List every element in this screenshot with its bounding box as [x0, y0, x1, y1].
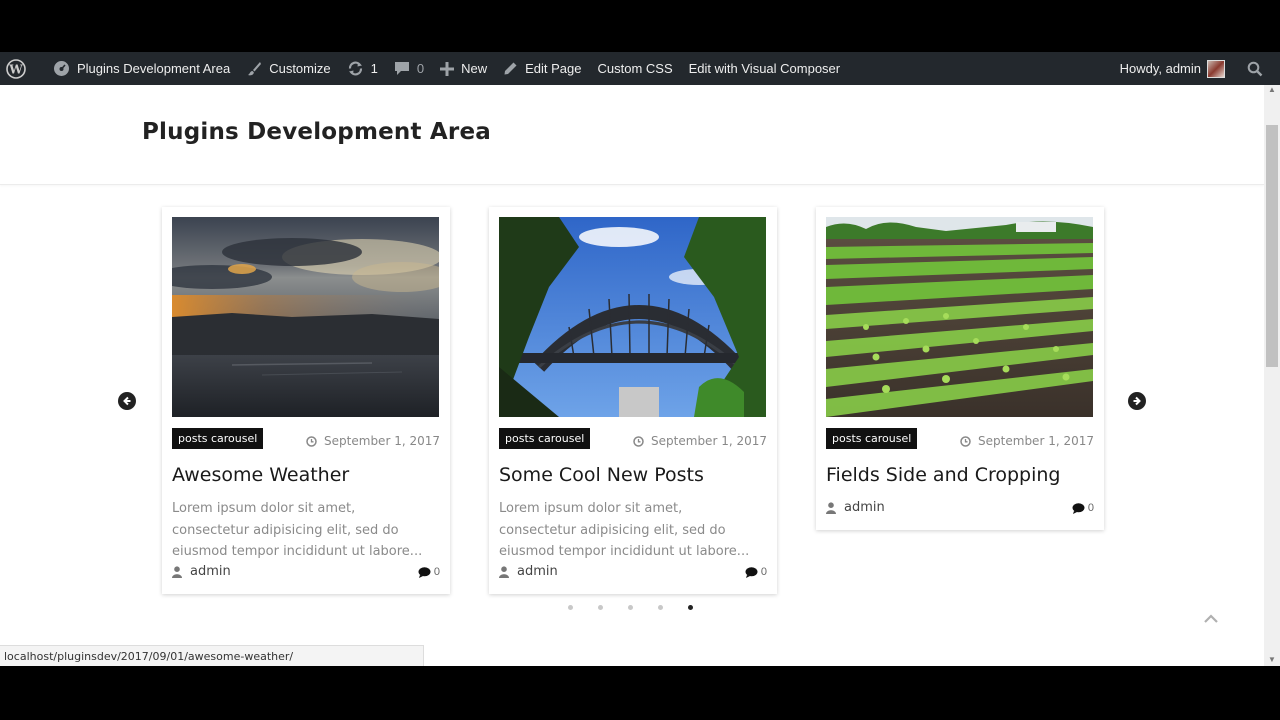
admin-search-button[interactable]: [1239, 52, 1280, 85]
clock-icon: [306, 435, 317, 447]
visual-composer-label: Edit with Visual Composer: [688, 61, 841, 76]
page-scrollbar[interactable]: ▲ ▼: [1264, 85, 1280, 666]
customize-link[interactable]: Customize: [238, 52, 338, 85]
user-icon: [499, 565, 509, 578]
updates-refresh-icon: [348, 61, 362, 76]
carousel-pagination: [568, 605, 718, 610]
comments-count: 0: [416, 61, 425, 76]
post-comments-count: 0: [433, 566, 440, 578]
updates-link[interactable]: 1: [339, 52, 386, 85]
user-icon: [172, 565, 182, 578]
site-header: Plugins Development Area: [0, 85, 1264, 185]
comments-link[interactable]: 0: [386, 52, 432, 85]
category-tag[interactable]: posts carousel: [826, 428, 918, 449]
scroll-down-arrow-icon[interactable]: ▼: [1268, 655, 1276, 664]
post-excerpt: Lorem ipsum dolor sit amet, consectetur …: [172, 501, 423, 559]
post-comments[interactable]: 0: [1072, 502, 1094, 514]
post-author[interactable]: admin: [499, 564, 558, 579]
post-card: posts carousel September 1, 2017 Awesome…: [162, 207, 450, 594]
edit-page-link[interactable]: Edit Page: [495, 52, 589, 85]
custom-css-link[interactable]: Custom CSS: [589, 52, 680, 85]
site-title[interactable]: Plugins Development Area: [142, 119, 491, 145]
post-excerpt: Lorem ipsum dolor sit amet, consectetur …: [499, 501, 750, 559]
comment-bubble-icon: [394, 62, 409, 75]
sunset-lake-photo: [172, 217, 439, 417]
scrollbar-thumb[interactable]: [1266, 125, 1278, 367]
site-name-menu[interactable]: Plugins Development Area: [41, 52, 238, 85]
browser-status-url: localhost/pluginsdev/2017/09/01/awesome-…: [0, 645, 424, 666]
post-author[interactable]: admin: [826, 500, 885, 515]
howdy-label: Howdy, admin: [1119, 61, 1201, 76]
clock-icon: [633, 435, 644, 447]
paintbrush-icon: [248, 61, 262, 75]
dashboard-gauge-icon: [54, 61, 69, 76]
post-card: posts carousel September 1, 2017 Fields …: [816, 207, 1104, 530]
harbour-bridge-photo: [499, 217, 766, 417]
carousel-prev-button[interactable]: [118, 392, 136, 410]
plus-icon: [440, 61, 455, 76]
page-content: Plugins Development Area posts carousel …: [0, 85, 1264, 666]
post-card: posts carousel September 1, 2017 Some Co…: [489, 207, 777, 594]
post-date: September 1, 2017: [306, 434, 440, 448]
comment-icon: [745, 566, 758, 578]
post-comments[interactable]: 0: [418, 566, 440, 578]
svg-text:W: W: [8, 62, 23, 76]
crop-field-photo: [826, 217, 1093, 417]
wp-admin-bar: W Plugins Development Area Customize 1 0…: [0, 52, 1280, 85]
carousel-dot[interactable]: [628, 605, 633, 610]
carousel-dot[interactable]: [658, 605, 663, 610]
post-comments-count: 0: [1087, 502, 1094, 514]
customize-label: Customize: [269, 61, 331, 76]
category-tag[interactable]: posts carousel: [172, 428, 264, 449]
post-author-name: admin: [517, 564, 558, 579]
back-to-top-button[interactable]: [1203, 611, 1219, 629]
post-date-text: September 1, 2017: [978, 434, 1094, 448]
custom-css-label: Custom CSS: [597, 61, 673, 76]
scroll-up-arrow-icon[interactable]: ▲: [1268, 85, 1276, 94]
carousel-dot[interactable]: [598, 605, 603, 610]
post-thumbnail[interactable]: [499, 217, 766, 417]
my-account-menu[interactable]: Howdy, admin: [1112, 52, 1239, 85]
avatar: [1207, 59, 1225, 78]
user-icon: [826, 501, 836, 514]
updates-count: 1: [370, 61, 378, 76]
carousel-dot-active[interactable]: [688, 605, 693, 610]
arrow-left-icon: [123, 396, 131, 406]
arrow-right-icon: [1133, 396, 1141, 406]
post-date: September 1, 2017: [633, 434, 767, 448]
post-author[interactable]: admin: [172, 564, 231, 579]
post-author-name: admin: [844, 500, 885, 515]
new-label: New: [461, 61, 488, 76]
post-title[interactable]: Awesome Weather: [172, 464, 349, 486]
comment-icon: [418, 566, 431, 578]
post-author-name: admin: [190, 564, 231, 579]
chevron-up-icon: [1204, 614, 1218, 623]
visual-composer-link[interactable]: Edit with Visual Composer: [681, 52, 849, 85]
post-title[interactable]: Fields Side and Cropping: [826, 464, 1061, 486]
wp-logo-button[interactable]: W: [0, 52, 41, 85]
post-comments-count: 0: [760, 566, 767, 578]
carousel-next-button[interactable]: [1128, 392, 1146, 410]
post-thumbnail[interactable]: [172, 217, 439, 417]
category-tag[interactable]: posts carousel: [499, 428, 591, 449]
post-date-text: September 1, 2017: [324, 434, 440, 448]
post-date-text: September 1, 2017: [651, 434, 767, 448]
site-name-label: Plugins Development Area: [77, 61, 231, 76]
new-content-menu[interactable]: New: [432, 52, 495, 85]
bottom-letterbox: [0, 666, 1280, 720]
post-title[interactable]: Some Cool New Posts: [499, 464, 704, 486]
search-icon: [1247, 61, 1263, 76]
clock-icon: [960, 435, 971, 447]
edit-page-label: Edit Page: [525, 61, 582, 76]
pencil-icon: [504, 62, 517, 75]
post-date: September 1, 2017: [960, 434, 1094, 448]
wordpress-logo-icon: W: [6, 58, 26, 79]
comment-icon: [1072, 502, 1085, 514]
top-letterbox: [0, 0, 1280, 52]
carousel-dot[interactable]: [568, 605, 573, 610]
post-thumbnail[interactable]: [826, 217, 1093, 417]
post-comments[interactable]: 0: [745, 566, 767, 578]
